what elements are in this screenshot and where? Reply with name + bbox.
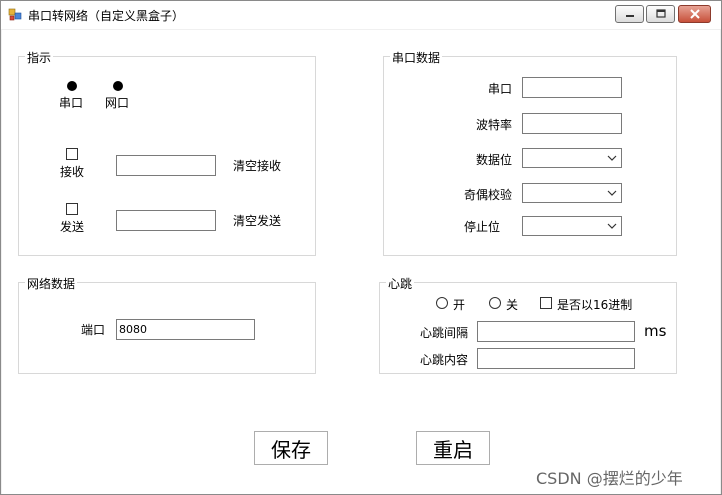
heartbeat-content-field[interactable] [477, 348, 635, 369]
app-window: 串口转网络（自定义黑盒子） 指示 串口 网口 接收 清空接收 发送 清空发送 串… [0, 0, 722, 495]
network-data-group-title: 网络数据 [25, 275, 78, 292]
app-icon [8, 8, 22, 21]
heartbeat-off-label: 关 [506, 298, 519, 312]
window-title: 串口转网络（自定义黑盒子） [28, 9, 185, 23]
send-count-field[interactable] [116, 210, 216, 231]
chevron-down-icon [607, 155, 617, 161]
network-indicator-label: 网口 [105, 96, 130, 110]
serial-data-group: 串口数据 串口 波特率 数据位 奇偶校验 停止位 [383, 49, 677, 256]
clear-send-link[interactable]: 清空发送 [233, 212, 281, 229]
send-label: 发送 [60, 220, 85, 234]
heartbeat-content-label: 心跳内容 [420, 353, 469, 367]
heartbeat-group-title: 心跳 [386, 275, 415, 292]
indicator-group: 指示 串口 网口 接收 清空接收 发送 清空发送 [18, 49, 316, 256]
receive-checkbox[interactable] [66, 148, 78, 160]
client-area: 指示 串口 网口 接收 清空接收 发送 清空发送 串口数据 串口 波特率 数据位 [2, 30, 720, 494]
maximize-button[interactable] [646, 5, 675, 23]
close-button[interactable] [678, 5, 711, 23]
serial-port-field[interactable] [522, 77, 622, 98]
chevron-down-icon [607, 190, 617, 196]
indicator-group-title: 指示 [25, 49, 54, 66]
data-bits-label: 数据位 [476, 153, 513, 167]
hex-label: 是否以16进制 [557, 298, 633, 312]
network-port-label: 端口 [81, 323, 106, 337]
heartbeat-on-radio[interactable] [436, 297, 448, 309]
maximize-icon [655, 9, 666, 18]
hex-checkbox[interactable] [540, 297, 552, 309]
title-bar[interactable]: 串口转网络（自定义黑盒子） [1, 1, 721, 29]
serial-port-label: 串口 [488, 82, 513, 96]
watermark-text: CSDN @摆烂的少年 [536, 469, 683, 488]
data-bits-select[interactable] [522, 148, 622, 168]
heartbeat-group: 心跳 开 关 是否以16进制 心跳间隔 ms 心跳内容 [379, 275, 677, 374]
minimize-icon [625, 15, 634, 17]
heartbeat-off-radio[interactable] [489, 297, 501, 309]
network-port-field[interactable]: 8080 [116, 319, 255, 340]
serial-indicator-light [67, 81, 77, 91]
restart-button[interactable]: 重启 [416, 431, 490, 465]
close-icon [689, 9, 700, 19]
send-checkbox[interactable] [66, 203, 78, 215]
network-indicator-light [113, 81, 123, 91]
stop-bits-label: 停止位 [464, 220, 501, 234]
parity-select[interactable] [522, 183, 622, 203]
clear-receive-link[interactable]: 清空接收 [233, 157, 281, 174]
network-data-group: 网络数据 端口 8080 [18, 275, 316, 374]
heartbeat-interval-field[interactable] [477, 321, 635, 342]
receive-count-field[interactable] [116, 155, 216, 176]
heartbeat-on-label: 开 [453, 298, 466, 312]
parity-label: 奇偶校验 [464, 188, 513, 202]
minimize-button[interactable] [615, 5, 644, 23]
interval-unit-label: ms [644, 322, 667, 340]
baud-rate-label: 波特率 [476, 118, 513, 132]
baud-rate-field[interactable] [522, 113, 622, 134]
save-button[interactable]: 保存 [254, 431, 328, 465]
chevron-down-icon [607, 223, 617, 229]
serial-indicator-label: 串口 [59, 96, 84, 110]
stop-bits-select[interactable] [522, 216, 622, 236]
receive-label: 接收 [60, 165, 85, 179]
heartbeat-interval-label: 心跳间隔 [420, 326, 469, 340]
serial-data-group-title: 串口数据 [390, 49, 443, 66]
